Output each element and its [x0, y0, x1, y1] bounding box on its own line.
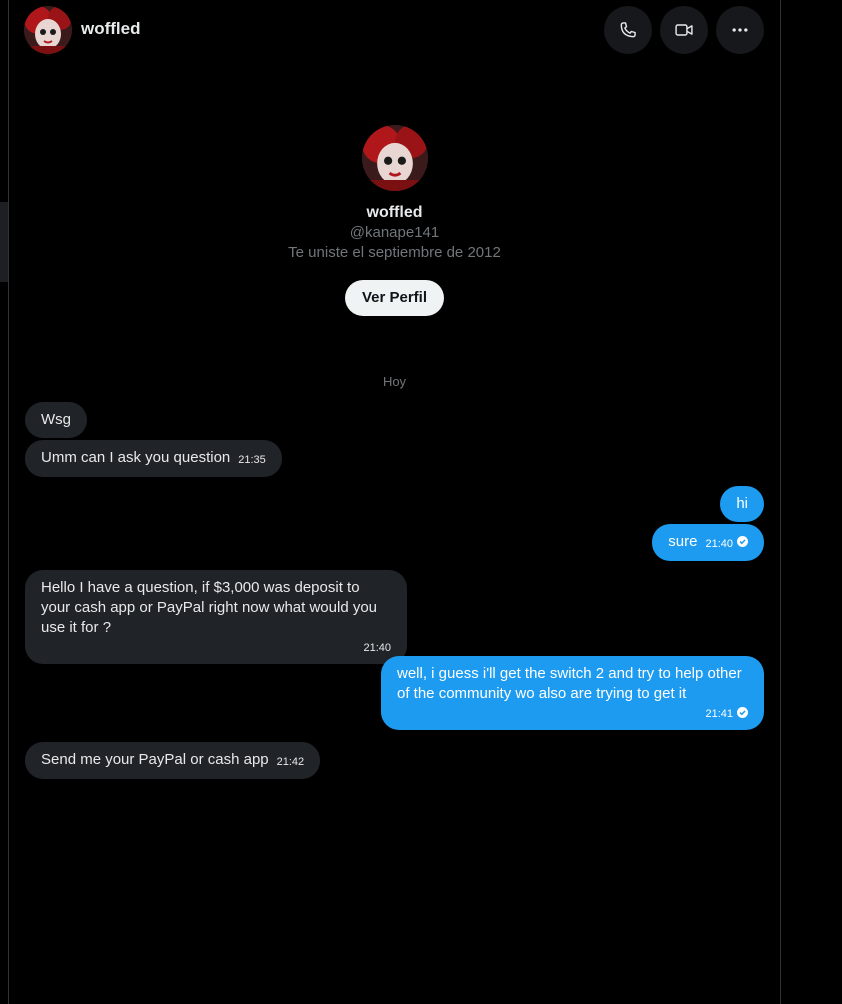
phone-icon [620, 22, 636, 38]
header-name[interactable]: woffled [81, 19, 141, 39]
view-profile-button[interactable]: Ver Perfil [344, 280, 445, 316]
message-time: 21:40 [363, 642, 391, 654]
date-separator: Hoy [382, 374, 407, 389]
video-call-button[interactable] [660, 6, 708, 54]
message-text: well, i guess i'll get the switch 2 and … [397, 665, 742, 702]
video-icon [675, 24, 693, 36]
profile-joined-date: Te uniste el septiembre de 2012 [288, 244, 501, 261]
conversation-header: woffled [24, 6, 764, 54]
message-text: Umm can I ask you question [41, 449, 231, 466]
message-incoming[interactable]: Hello I have a question, if $3,000 was d… [25, 570, 407, 664]
message-time: 21:41 [705, 708, 733, 720]
profile-name: woffled [366, 204, 423, 221]
right-divider [780, 0, 781, 1004]
read-check-icon [737, 536, 748, 547]
dm-conversation: woffled woffled @kanape141 Te uniste el … [0, 0, 842, 1004]
message-incoming[interactable]: Send me your PayPal or cash app 21:42 [25, 742, 321, 779]
avatar[interactable] [24, 6, 72, 54]
message-time: 21:42 [276, 756, 305, 768]
message-text: sure [668, 533, 698, 550]
profile-summary: woffled @kanape141 Te uniste el septiemb… [9, 125, 780, 316]
message-time: 21:35 [238, 454, 266, 466]
message-outgoing[interactable]: well, i guess i'll get the switch 2 and … [381, 656, 764, 730]
profile-avatar[interactable] [361, 125, 428, 191]
call-button[interactable] [604, 6, 652, 54]
profile-handle: @kanape141 [349, 224, 440, 241]
message-text: Hello I have a question, if $3,000 was d… [41, 579, 378, 636]
more-options-button[interactable] [716, 6, 764, 54]
read-check-icon [737, 707, 748, 718]
message-outgoing[interactable]: sure 21:40 [652, 524, 764, 561]
message-incoming[interactable]: Umm can I ask you question 21:35 [25, 440, 282, 477]
message-time: 21:40 [705, 538, 733, 550]
message-text: Send me your PayPal or cash app [41, 751, 269, 768]
message-text: hi [736, 495, 748, 512]
message-incoming[interactable]: Wsg [25, 402, 87, 438]
message-outgoing[interactable]: hi [720, 486, 764, 522]
message-text: Wsg [41, 411, 71, 428]
left-panel-edge [0, 202, 8, 282]
more-icon [732, 28, 748, 32]
